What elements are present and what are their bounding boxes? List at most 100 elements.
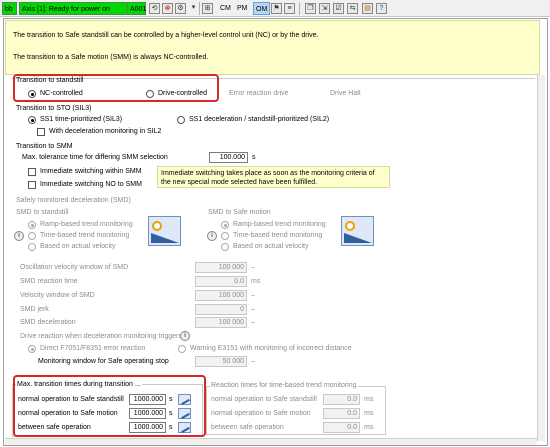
reaction-times-title: Reaction times for time-based trend moni… <box>210 382 358 389</box>
max-tol-unit: s <box>252 154 256 161</box>
help-icon[interactable]: ? <box>376 3 387 14</box>
mode-pm[interactable]: PM <box>235 2 250 15</box>
check-list-icon[interactable]: ☑ <box>333 3 344 14</box>
error-reaction-label: Error reaction drive <box>229 90 289 97</box>
info-line-1: The transition to Safe standstill can be… <box>13 32 319 39</box>
left-velocity-label: Based on actual velocity <box>40 243 116 250</box>
right-time-label: Time-based trend monitoring <box>233 232 323 239</box>
info-banner: The transition to Safe standstill can be… <box>5 20 540 75</box>
radio-right-velocity[interactable] <box>221 243 229 251</box>
radio-left-time[interactable] <box>28 232 36 240</box>
toolbar-separator <box>299 2 300 15</box>
dropdown-arrow-icon[interactable]: ▾ <box>188 3 199 14</box>
smd-field-label: SMD jerk <box>20 306 49 313</box>
reaction-time-label: normal operation to Safe standstill <box>211 396 317 403</box>
sto-title: Transition to STO (SIL3) <box>16 105 92 112</box>
radio-direct-error[interactable] <box>28 345 36 353</box>
smd-field-input[interactable]: 100 000 <box>195 262 247 273</box>
reaction-time-input[interactable]: 0.0 <box>323 394 360 405</box>
direct-error-label: Direct F7051/F8351 error reaction <box>40 345 146 352</box>
left-ramp-label: Ramp-based trend monitoring <box>40 221 133 228</box>
check-no-label: Immediate switching NO to SMM <box>40 181 142 188</box>
check-within-label: Immediate switching within SMM <box>40 168 142 175</box>
radio-right-time[interactable] <box>221 232 229 240</box>
highlight-standstill <box>13 74 219 102</box>
grid-icon[interactable]: ⊞ <box>202 3 213 14</box>
smd-safe-motion-graph <box>341 216 374 246</box>
radio-right-ramp[interactable] <box>221 221 229 229</box>
smd-field-unit: – <box>251 319 255 326</box>
copy-icon[interactable]: ❐ <box>305 3 316 14</box>
monitor-input[interactable]: 50 000 <box>195 356 247 367</box>
warning-label: Warning E3151 with monitoring of incorre… <box>190 345 352 352</box>
smm-title: Transition to SMM <box>16 143 73 150</box>
folder-icon[interactable]: ▤ <box>362 3 373 14</box>
radio-ss1-sil3[interactable] <box>28 116 36 124</box>
reaction-time-input[interactable]: 0.0 <box>323 422 360 433</box>
smd-field-label: SMD reaction time <box>20 278 78 285</box>
compare-icon[interactable]: ⇆ <box>347 3 358 14</box>
smd-title: Safely monitored deceleration (SMD) <box>16 197 131 204</box>
radio-left-ramp[interactable] <box>28 221 36 229</box>
refresh-icon[interactable]: ⟲ <box>149 3 160 14</box>
smd-field-unit: – <box>251 292 255 299</box>
smd-left-title: SMD to standstill <box>16 209 69 216</box>
radio-ss1-sil2[interactable] <box>177 116 185 124</box>
code-badge: A001 <box>127 2 146 15</box>
smd-field-label: Velocity window of SMD <box>20 292 95 299</box>
smd-field-label: Oscillation velocity window of SMD <box>20 264 129 271</box>
reaction-time-label: between safe operation <box>211 424 284 431</box>
list-icon[interactable]: ≡ <box>284 3 295 14</box>
radio-left-velocity[interactable] <box>28 243 36 251</box>
vertical-scrollbar[interactable] <box>537 75 545 441</box>
smd-field-unit: ms <box>251 278 261 285</box>
radio-warning[interactable] <box>178 345 186 353</box>
network-icon[interactable]: ⚑ <box>271 3 282 14</box>
max-tol-input[interactable]: 100.000 <box>209 152 248 163</box>
reaction-time-input[interactable]: 0.0 <box>323 408 360 419</box>
highlight-max-times <box>13 375 206 437</box>
info-icon[interactable]: i <box>207 231 217 241</box>
left-time-label: Time-based trend monitoring <box>40 232 130 239</box>
monitor-unit: – <box>251 358 255 365</box>
error-reaction-value: Drive Halt <box>330 90 361 97</box>
settings-icon[interactable]: ⚙ <box>175 3 186 14</box>
reaction-time-unit: ms <box>364 410 374 417</box>
ss1-sil3-label: SS1 time-prioritized (SIL3) <box>40 116 123 123</box>
mode-cm[interactable]: CM <box>218 2 233 15</box>
check-within-smm[interactable] <box>28 168 36 176</box>
monitor-label: Monitoring window for Safe operating sto… <box>38 358 169 365</box>
mode-om[interactable]: OM <box>253 2 271 15</box>
right-velocity-label: Based on actual velocity <box>233 243 309 250</box>
check-no-smm[interactable] <box>28 181 36 189</box>
stop-icon[interactable]: ⊗ <box>162 3 173 14</box>
smd-standstill-graph <box>148 216 181 246</box>
ss1-sil2-label: SS1 deceleration / standstill-prioritize… <box>189 116 330 123</box>
smd-field-label: SMD deceleration <box>20 319 76 326</box>
status-bb-badge: bb <box>2 2 17 15</box>
smm-note: Immediate switching takes place as soon … <box>157 166 390 188</box>
reaction-time-unit: ms <box>364 396 374 403</box>
smd-right-title: SMD to Safe motion <box>208 209 271 216</box>
toolbar-separator <box>199 2 200 15</box>
smd-field-unit: – <box>251 306 255 313</box>
reaction-time-unit: ms <box>364 424 374 431</box>
smd-field-input[interactable]: 0.0 <box>195 276 247 287</box>
horizontal-scrollbar[interactable] <box>5 438 537 445</box>
reaction-time-label: normal operation to Safe motion <box>211 410 311 417</box>
drive-reaction-title: Drive reaction when deceleration monitor… <box>20 333 182 340</box>
info-line-2: The transition to a Safe motion (SMM) is… <box>13 54 209 61</box>
import-icon[interactable]: ⇲ <box>319 3 330 14</box>
right-ramp-label: Ramp-based trend monitoring <box>233 221 326 228</box>
smd-field-input[interactable]: 100 000 <box>195 317 247 328</box>
max-tol-label: Max. tolerance time for differing SMM se… <box>22 154 168 161</box>
info-icon[interactable]: i <box>180 331 190 341</box>
smd-field-input[interactable]: 0 <box>195 304 247 315</box>
axis-status-badge: Axis [1]: Ready for power on <box>19 2 134 15</box>
smd-field-input[interactable]: 100 000 <box>195 290 247 301</box>
toolbar: bb Axis [1]: Ready for power on A001 ⟲ ⊗… <box>0 0 550 17</box>
info-icon[interactable]: i <box>14 231 24 241</box>
check-decel-label: With deceleration monitoring in SIL2 <box>49 128 162 135</box>
check-decel-sil2[interactable] <box>37 128 45 136</box>
smd-field-unit: – <box>251 264 255 271</box>
